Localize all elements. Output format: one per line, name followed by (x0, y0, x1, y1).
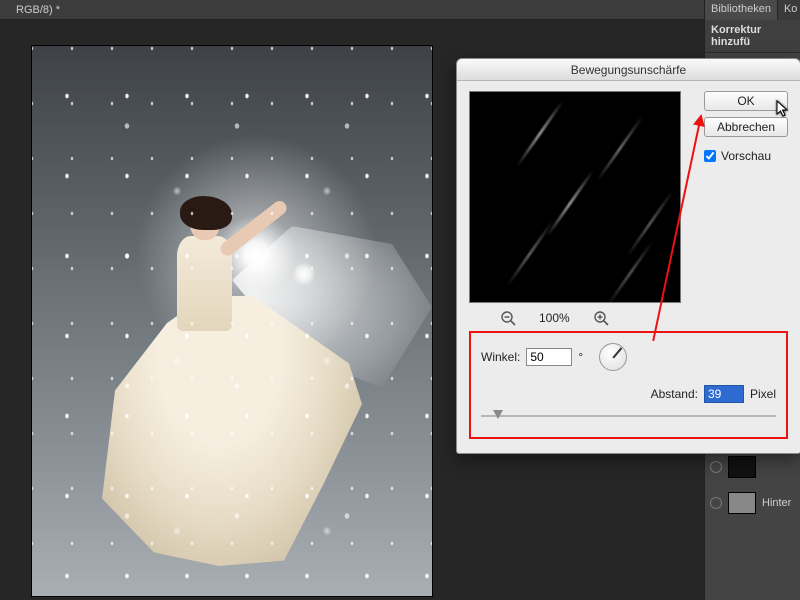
document-canvas[interactable] (32, 46, 432, 596)
visibility-icon[interactable] (710, 497, 722, 509)
slider-thumb[interactable] (493, 410, 503, 419)
layer-row[interactable] (704, 452, 800, 482)
angle-dial[interactable] (599, 343, 627, 371)
zoom-in-icon[interactable] (592, 309, 610, 327)
visibility-icon[interactable] (710, 461, 722, 473)
preview-checkbox-label: Vorschau (721, 149, 771, 163)
distance-input[interactable] (704, 385, 744, 403)
layer-name: Hinter (762, 497, 791, 509)
zoom-level: 100% (539, 311, 570, 325)
mouse-cursor (776, 100, 790, 118)
preview-checkbox-row[interactable]: Vorschau (704, 149, 788, 163)
zoom-out-icon[interactable] (499, 309, 517, 327)
distance-unit: Pixel (750, 387, 776, 401)
cancel-button[interactable]: Abbrechen (704, 117, 788, 137)
document-tab[interactable]: RGB/8) * (8, 1, 68, 19)
distance-label: Abstand: (651, 387, 698, 401)
preview-checkbox[interactable] (704, 150, 716, 162)
filter-controls: Winkel: ° Abstand: Pixel (469, 331, 788, 439)
distance-slider[interactable] (481, 411, 776, 421)
panel-tabs: Bibliotheken Ko (705, 0, 800, 20)
layer-thumbnail (728, 456, 756, 478)
document-tab-bar: RGB/8) * (0, 0, 800, 20)
layer-row[interactable]: Hinter (704, 488, 800, 518)
filter-preview[interactable] (469, 91, 681, 303)
angle-unit: ° (578, 350, 583, 364)
layer-thumbnail (728, 492, 756, 514)
angle-input[interactable] (526, 348, 572, 366)
adjustments-header: Korrektur hinzufü (705, 20, 800, 53)
angle-label: Winkel: (481, 350, 520, 364)
motion-blur-dialog: Bewegungsunschärfe OK Abbrechen Vorschau… (456, 58, 800, 454)
artwork-figure (82, 206, 382, 586)
tab-bibliotheken[interactable]: Bibliotheken (705, 0, 778, 20)
dialog-title: Bewegungsunschärfe (457, 59, 800, 81)
tab-korrekturen[interactable]: Ko (778, 0, 800, 20)
